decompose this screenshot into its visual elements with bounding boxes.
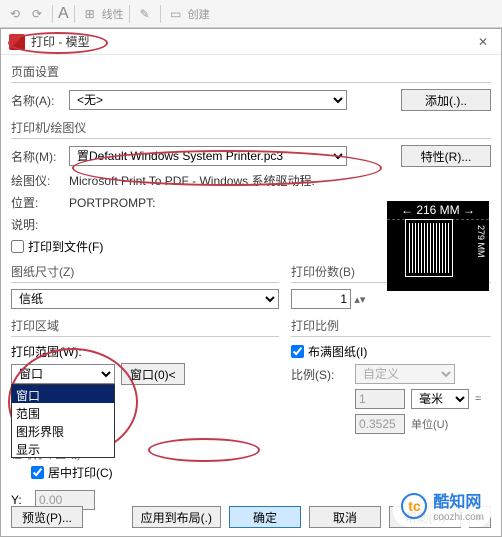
printer-title: 打印机/绘图仪	[11, 119, 491, 139]
topbar-create: 创建	[188, 6, 210, 22]
range-option-limits[interactable]: 图形界限	[12, 421, 114, 439]
range-option-extents[interactable]: 范围	[12, 403, 114, 421]
scale-a-input	[355, 389, 405, 409]
close-icon[interactable]: ✕	[473, 32, 493, 52]
page-name-label: 名称(A):	[11, 92, 63, 109]
paper-size-select[interactable]: 信纸	[11, 289, 279, 309]
location-value: PORTPROMPT:	[69, 196, 155, 210]
preview-button[interactable]: 预览(P)...	[11, 506, 83, 528]
watermark-brand: 酷知网	[433, 488, 484, 512]
plot-area-title: 打印区域	[11, 317, 279, 337]
printer-name-label: 名称(M):	[11, 148, 63, 165]
location-label: 位置:	[11, 194, 63, 211]
cancel-button[interactable]: 取消	[309, 506, 381, 528]
plotter-label: 绘图仪:	[11, 172, 63, 189]
print-dialog: 打印 - 模型 ✕ 页面设置 名称(A): <无> 添加(.).. 打印机/绘图…	[0, 28, 502, 537]
app-icon	[9, 34, 25, 50]
page-setup-title: 页面设置	[11, 63, 491, 83]
scale-select: 自定义	[355, 364, 455, 384]
window-pick-button[interactable]: 窗口(0)<	[121, 363, 185, 385]
range-option-window[interactable]: 窗口	[12, 385, 114, 403]
range-option-display[interactable]: 显示	[12, 439, 114, 457]
copies-input[interactable]	[291, 289, 351, 309]
watermark-domain: coozhi.com	[433, 512, 484, 523]
scale-b-input	[355, 414, 405, 434]
page-name-select[interactable]: <无>	[69, 90, 347, 110]
dialog-title: 打印 - 模型	[31, 33, 473, 50]
apply-layout-button[interactable]: 应用到布局(.)	[132, 506, 221, 528]
topbar-linear: 线性	[102, 6, 124, 22]
spinner-icon[interactable]: ▴▾	[354, 294, 365, 306]
fit-paper-checkbox[interactable]	[291, 345, 304, 358]
fit-paper-label: 布满图纸(I)	[308, 343, 367, 360]
plotter-value: Microsoft Print To PDF - Windows 系统驱动程.	[69, 172, 315, 189]
printer-name-select[interactable]: 置Default Windows System Printer.pc3	[69, 146, 347, 166]
plot-scale-title: 打印比例	[291, 317, 491, 337]
print-to-file-checkbox[interactable]	[11, 240, 24, 253]
ok-button[interactable]: 确定	[229, 506, 301, 528]
unit-b-label: 单位(U)	[411, 416, 448, 432]
paper-size-title: 图纸尺寸(Z)	[11, 263, 279, 283]
unit-a-select[interactable]: 毫米	[411, 389, 469, 409]
add-button[interactable]: 添加(.)..	[401, 89, 491, 111]
print-to-file-label: 打印到文件(F)	[28, 238, 103, 255]
properties-button[interactable]: 特性(R)...	[401, 145, 491, 167]
center-plot-checkbox[interactable]	[31, 466, 44, 479]
scale-label: 比例(S):	[291, 366, 349, 383]
plot-range-select[interactable]: 窗口	[11, 364, 115, 384]
watermark: tc 酷知网 coozhi.com	[393, 484, 492, 527]
watermark-logo: tc	[401, 493, 427, 519]
y-label: Y:	[11, 493, 29, 507]
plot-range-label: 打印范围(W):	[11, 343, 279, 360]
plot-range-dropdown: 窗口 范围 图形界限 显示	[11, 384, 115, 458]
description-label: 说明:	[11, 216, 63, 233]
center-plot-label: 居中打印(C)	[48, 464, 113, 481]
paper-preview: ← 216 MM → 279 MM	[387, 201, 489, 291]
